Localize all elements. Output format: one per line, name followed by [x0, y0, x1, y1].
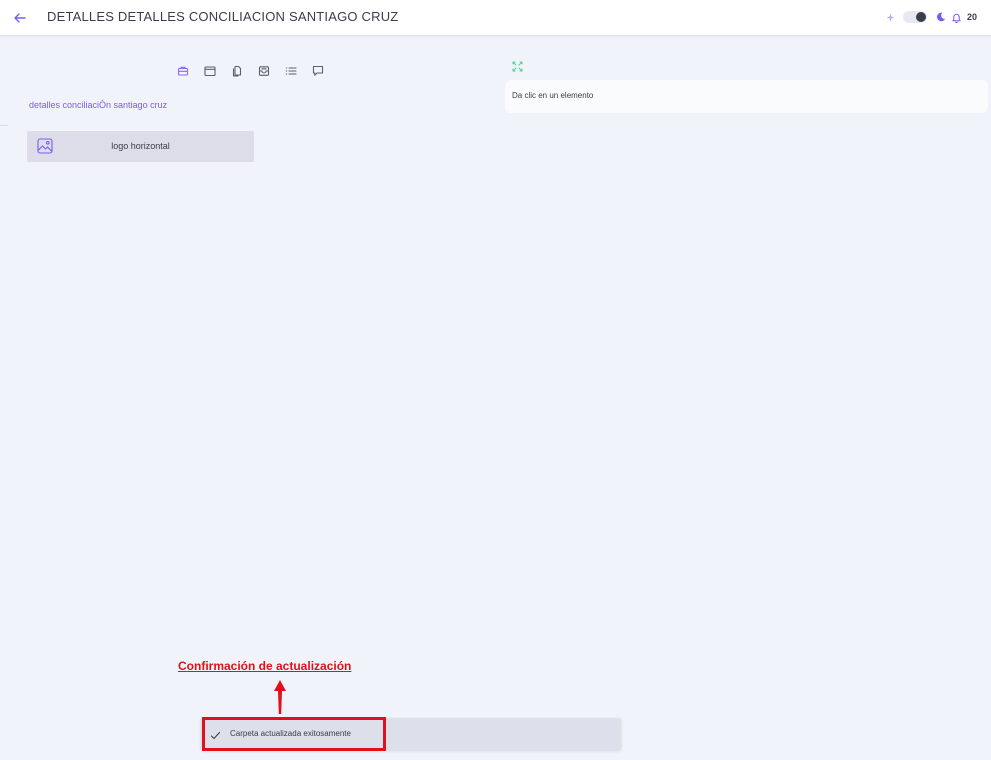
page-title: DETALLES DETALLES CONCILIACION SANTIAGO …	[47, 9, 399, 24]
success-toast: Carpeta actualizada exitosamente	[201, 718, 621, 750]
list-icon[interactable]	[284, 64, 298, 78]
folder-label[interactable]: detalles conciliaciÓn santiago cruz	[29, 100, 167, 110]
theme-toggle-knob	[915, 12, 926, 22]
element-details-panel: Da clic en un elemento	[505, 80, 988, 113]
archive-icon[interactable]	[257, 64, 271, 78]
left-edge-divider	[0, 125, 8, 126]
toast-message: Carpeta actualizada exitosamente	[230, 729, 351, 738]
notification-count: 20	[966, 12, 977, 22]
files-icon[interactable]	[230, 64, 244, 78]
theme-toggle[interactable]	[902, 11, 927, 23]
header-controls: 20	[885, 9, 977, 25]
sun-icon	[885, 11, 897, 23]
annotation-arrow-icon	[274, 680, 286, 714]
folder-toolbar	[176, 64, 325, 78]
expand-icon[interactable]	[512, 59, 523, 72]
annotation-label: Confirmación de actualización	[178, 659, 352, 673]
folder-icon[interactable]	[203, 64, 217, 78]
briefcase-icon[interactable]	[176, 64, 190, 78]
back-arrow-icon[interactable]	[10, 8, 30, 28]
moon-icon	[935, 11, 947, 23]
bell-icon[interactable]	[951, 11, 963, 23]
element-card-label: logo horizontal	[111, 141, 170, 151]
info-text: Da clic en un elemento	[512, 91, 594, 100]
check-icon	[210, 728, 221, 740]
comment-icon[interactable]	[311, 64, 325, 78]
element-card-logo-horizontal[interactable]: logo horizontal	[27, 131, 254, 162]
top-header: DETALLES DETALLES CONCILIACION SANTIAGO …	[0, 0, 991, 36]
